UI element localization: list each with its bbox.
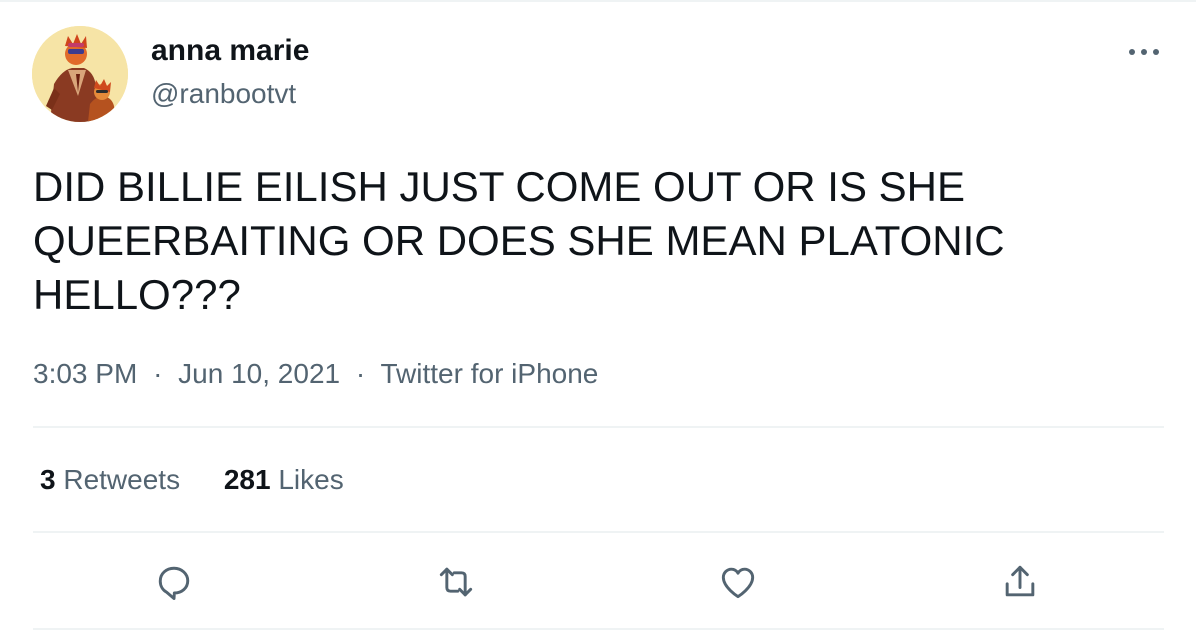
retweets-count: 3 xyxy=(40,464,56,495)
more-options-icon[interactable] xyxy=(1124,40,1164,64)
like-icon[interactable] xyxy=(716,560,760,604)
avatar[interactable] xyxy=(32,26,128,122)
meta-separator: · xyxy=(355,358,366,389)
tweet-date[interactable]: Jun 10, 2021 xyxy=(178,358,340,389)
tweet-meta: 3:03 PM · Jun 10, 2021 · Twitter for iPh… xyxy=(33,358,598,390)
avatar-illustration xyxy=(32,26,128,122)
likes-count: 281 xyxy=(223,464,271,495)
likes-label: Likes xyxy=(278,464,344,495)
engagement-stats: 3 Retweets 281 Likes xyxy=(40,464,380,496)
likes-stat[interactable]: 281 Likes xyxy=(224,464,344,495)
share-icon[interactable] xyxy=(998,560,1042,604)
divider xyxy=(33,531,1164,533)
top-border xyxy=(0,0,1196,2)
divider xyxy=(33,426,1164,428)
divider xyxy=(33,628,1164,630)
retweets-stat[interactable]: 3 Retweets xyxy=(40,464,188,495)
retweet-icon[interactable] xyxy=(434,560,478,604)
retweets-label: Retweets xyxy=(63,464,181,495)
reply-icon[interactable] xyxy=(152,560,196,604)
tweet-time[interactable]: 3:03 PM xyxy=(33,358,137,389)
display-name[interactable]: anna marie xyxy=(151,34,309,68)
handle[interactable]: @ranbootvt xyxy=(151,78,296,110)
meta-separator: · xyxy=(153,358,163,389)
tweet-text: DID BILLIE EILISH JUST COME OUT OR IS SH… xyxy=(33,163,1005,318)
tweet-source[interactable]: Twitter for iPhone xyxy=(380,358,598,389)
